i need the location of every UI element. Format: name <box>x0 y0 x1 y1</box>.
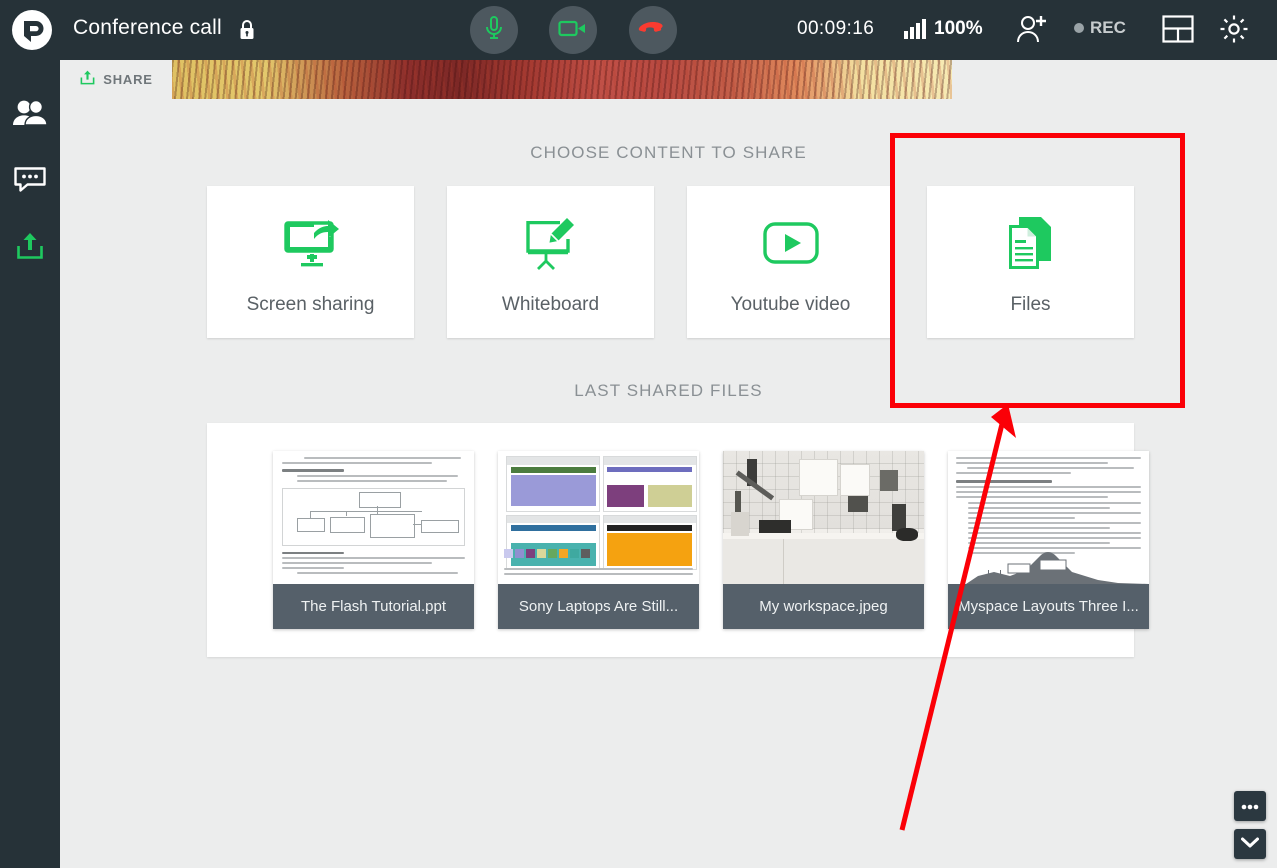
file-card[interactable]: Sony Laptops Are Still... <box>498 451 699 629</box>
file-thumbnail <box>723 451 924 584</box>
conference-call-window: Conference call 00:09:16 100% REC SHARE … <box>0 0 1277 868</box>
chevron-down-icon <box>1241 835 1259 853</box>
recording-status: REC <box>1074 18 1126 38</box>
record-dot-icon <box>1074 23 1084 33</box>
tab-share[interactable]: SHARE <box>60 60 172 99</box>
sidebar-item-chat[interactable] <box>0 152 60 212</box>
file-name-label: Myspace Layouts Three I... <box>948 584 1149 629</box>
choose-content-heading: CHOOSE CONTENT TO SHARE <box>530 143 807 162</box>
file-thumbnail <box>498 451 699 584</box>
hangup-phone-icon <box>638 19 668 42</box>
share-option-label: Screen sharing <box>246 294 375 315</box>
sidebar-item-share[interactable] <box>0 218 60 278</box>
share-upload-icon <box>14 230 46 267</box>
last-shared-files-heading: LAST SHARED FILES <box>574 381 763 400</box>
participants-icon <box>12 99 48 132</box>
sidebar-item-participants[interactable] <box>0 85 60 145</box>
files-document-icon <box>927 212 1134 274</box>
share-option-files[interactable]: Files <box>927 186 1134 338</box>
share-panel: CHOOSE CONTENT TO SHARE Screen sharing W… <box>60 99 1277 868</box>
battery-percentage: 100% <box>934 18 983 39</box>
collapse-panel-button[interactable] <box>1234 829 1266 859</box>
video-camera-icon <box>558 18 588 43</box>
share-option-whiteboard[interactable]: Whiteboard <box>447 186 654 338</box>
ellipsis-icon <box>1241 797 1259 815</box>
top-bar: Conference call 00:09:16 100% REC <box>0 0 1277 60</box>
share-option-label: Youtube video <box>730 294 851 315</box>
play-button-icon <box>687 212 894 274</box>
rec-label: REC <box>1090 18 1126 37</box>
chat-bubble-icon <box>13 165 47 200</box>
screen-share-icon <box>207 212 414 274</box>
call-title: Conference call <box>73 16 222 39</box>
lock-icon <box>237 18 257 42</box>
left-sidebar <box>0 60 60 868</box>
pruvan-logo-icon <box>10 8 54 52</box>
file-thumbnail <box>948 451 1149 584</box>
add-user-icon[interactable] <box>1015 13 1049 45</box>
signal-bars-icon <box>903 17 929 41</box>
whiteboard-pencil-icon <box>447 212 654 274</box>
gear-icon[interactable] <box>1218 13 1250 45</box>
more-options-button[interactable] <box>1234 791 1266 821</box>
microphone-toggle-button[interactable] <box>470 6 518 54</box>
file-name-label: Sony Laptops Are Still... <box>498 584 699 629</box>
share-option-label: Whiteboard <box>501 294 600 315</box>
color-swatches <box>504 549 590 558</box>
camera-toggle-button[interactable] <box>549 6 597 54</box>
file-name-label: The Flash Tutorial.ppt <box>273 584 474 629</box>
call-timer: 00:09:16 <box>797 18 875 39</box>
share-upload-icon <box>79 69 96 91</box>
share-option-screen-sharing[interactable]: Screen sharing <box>207 186 414 338</box>
file-card[interactable]: Myspace Layouts Three I... <box>948 451 1149 629</box>
file-thumbnail <box>273 451 474 584</box>
layout-grid-icon[interactable] <box>1162 14 1194 44</box>
tab-label: SHARE <box>103 72 153 87</box>
file-card[interactable]: The Flash Tutorial.ppt <box>273 451 474 629</box>
file-card[interactable]: My workspace.jpeg <box>723 451 924 629</box>
tab-bar: SHARE <box>60 60 1277 99</box>
share-option-label: Files <box>1010 294 1051 315</box>
hangup-button[interactable] <box>629 6 677 54</box>
share-option-youtube-video[interactable]: Youtube video <box>687 186 894 338</box>
last-shared-files-panel: The Flash Tutorial.ppt Sony Laptops Are … <box>207 423 1149 657</box>
file-name-label: My workspace.jpeg <box>723 584 924 629</box>
microphone-icon <box>482 15 506 46</box>
